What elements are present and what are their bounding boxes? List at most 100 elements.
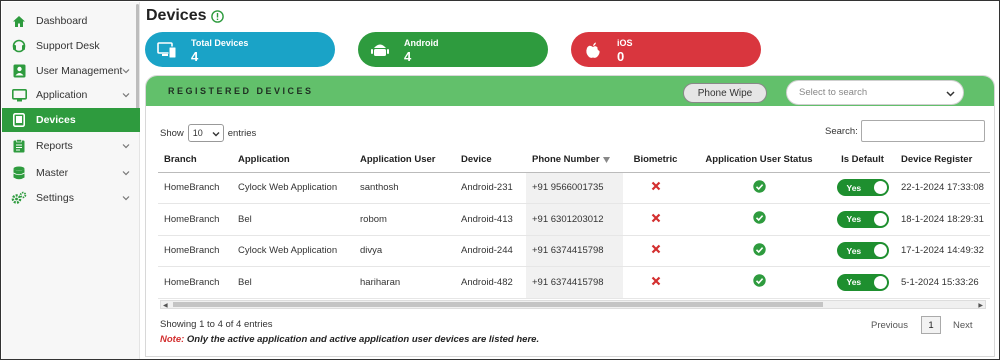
cell-device: Android-231 [455, 172, 526, 204]
cell-biometric [623, 266, 688, 299]
scrollbar-thumb[interactable] [173, 302, 823, 307]
tablet-icon [10, 112, 28, 128]
cross-icon [651, 244, 660, 254]
select-placeholder: Select to search [799, 87, 868, 98]
chevron-down-icon [946, 91, 955, 97]
is-default-toggle[interactable]: Yes [836, 179, 889, 197]
toggle-label: Yes [846, 277, 862, 288]
total-devices-card[interactable]: Total Devices 4 [145, 32, 335, 67]
search-input[interactable] [861, 120, 985, 142]
sidebar-item-support-desk[interactable]: Support Desk [2, 34, 140, 58]
cell-is-default: Yes [830, 203, 895, 236]
ios-card[interactable]: iOS 0 [571, 32, 761, 67]
cell-device: Android-482 [455, 266, 526, 299]
is-default-toggle[interactable]: Yes [836, 273, 889, 291]
check-circle-icon [752, 274, 766, 287]
cell-device-register: 17-1-2024 14:49:32 [895, 235, 990, 267]
check-circle-icon [752, 211, 766, 224]
column-header-device-register[interactable]: Device Register [895, 148, 990, 173]
chevron-down-icon [122, 193, 130, 201]
panel-title: REGISTERED DEVICES [168, 86, 314, 96]
cell-branch: HomeBranch [158, 235, 232, 267]
table-row[interactable]: HomeBranch Cylock Web Application divya … [158, 235, 990, 267]
chevron-down-icon [122, 66, 130, 74]
devices-icon [157, 42, 177, 59]
note-body: Only the active application and active a… [184, 334, 540, 345]
cell-user-status [688, 203, 830, 236]
is-default-toggle[interactable]: Yes [836, 242, 889, 260]
table-row[interactable]: HomeBranch Bel hariharan Android-482 +91… [158, 266, 990, 299]
sidebar-item-master[interactable]: Master [2, 161, 140, 185]
search-label: Search: [825, 126, 858, 137]
is-default-toggle[interactable]: Yes [836, 210, 889, 228]
cell-branch: HomeBranch [158, 203, 232, 236]
column-header-phone-number-label: Phone Number [532, 154, 600, 166]
ios-label: iOS [617, 38, 633, 48]
pagination-page[interactable]: 1 [921, 316, 941, 334]
phone-wipe-button[interactable]: Phone Wipe [683, 83, 767, 103]
scroll-right-arrow-icon[interactable]: ▶ [978, 302, 983, 309]
sidebar-item-dashboard[interactable]: Dashboard [2, 9, 140, 33]
cell-is-default: Yes [830, 172, 895, 204]
toggle-knob [873, 212, 887, 226]
cell-application-user: santhosh [354, 172, 455, 204]
cell-user-status [688, 235, 830, 267]
chevron-down-icon [122, 141, 130, 149]
select-to-search-dropdown[interactable]: Select to search [786, 80, 964, 105]
sidebar-item-label: Settings [36, 192, 74, 204]
column-header-application-user[interactable]: Application User [354, 148, 455, 173]
sidebar-item-settings[interactable]: Settings [2, 186, 140, 210]
ios-value: 0 [617, 49, 625, 64]
entries-info: Showing 1 to 4 of 4 entries [160, 319, 273, 330]
column-header-device[interactable]: Device [455, 148, 526, 173]
cell-branch: HomeBranch [158, 266, 232, 299]
app-frame: Dashboard Support Desk User Management A… [0, 0, 1000, 360]
table-row[interactable]: HomeBranch Bel robom Android-413 +91 630… [158, 203, 990, 236]
sidebar-item-label: User Management [36, 65, 123, 77]
sort-desc-icon [602, 156, 610, 163]
page-title-text: Devices [146, 7, 207, 24]
sidebar-item-application[interactable]: Application [2, 83, 140, 107]
sidebar-item-devices[interactable]: Devices [2, 108, 140, 132]
cell-user-status [688, 172, 830, 204]
entries-select[interactable]: 10 [187, 124, 224, 142]
android-value: 4 [404, 49, 412, 64]
note-label: Note: [160, 334, 185, 345]
scroll-left-arrow-icon[interactable]: ◀ [163, 302, 168, 309]
column-header-is-default[interactable]: Is Default [830, 148, 895, 173]
android-card[interactable]: Android 4 [358, 32, 548, 67]
column-header-application[interactable]: Application [232, 148, 354, 173]
toggle-knob [873, 275, 887, 289]
cross-icon [651, 181, 660, 191]
sidebar-item-label: Support Desk [36, 40, 100, 52]
cell-device-register: 18-1-2024 18:29:31 [895, 203, 990, 236]
database-icon [10, 165, 28, 181]
cell-application-user: robom [354, 203, 455, 236]
note-text: Note: Only the active application and ac… [160, 334, 539, 345]
sidebar-item-label: Devices [36, 114, 76, 126]
info-icon[interactable] [210, 9, 224, 23]
cell-device-register: 5-1-2024 15:33:26 [895, 266, 990, 299]
toggle-label: Yes [846, 182, 862, 193]
chevron-down-icon [122, 90, 130, 98]
show-label: Show [160, 127, 184, 139]
cell-application-user: divya [354, 235, 455, 267]
column-header-application-user-status[interactable]: Application User Status [688, 148, 830, 173]
total-devices-value: 4 [191, 49, 199, 64]
sidebar-item-user-management[interactable]: User Management [2, 59, 140, 83]
sidebar-item-reports[interactable]: Reports [2, 134, 140, 158]
sidebar-item-label: Application [36, 89, 88, 101]
column-header-phone-number[interactable]: Phone Number [526, 148, 623, 173]
horizontal-scrollbar[interactable]: ◀ ▶ [160, 300, 986, 309]
total-devices-label: Total Devices [191, 38, 249, 48]
pagination-previous[interactable]: Previous [871, 320, 908, 331]
column-header-biometric[interactable]: Biometric [623, 148, 688, 173]
registered-devices-panel: REGISTERED DEVICES Phone Wipe Select to … [145, 75, 995, 357]
cell-phone-number: +91 6374415798 [526, 235, 623, 267]
cell-device: Android-244 [455, 235, 526, 267]
pagination-next[interactable]: Next [953, 320, 973, 331]
table-row[interactable]: HomeBranch Cylock Web Application santho… [158, 172, 990, 204]
column-header-branch[interactable]: Branch [158, 148, 232, 173]
check-circle-icon [752, 180, 766, 193]
cell-application: Cylock Web Application [232, 172, 354, 204]
